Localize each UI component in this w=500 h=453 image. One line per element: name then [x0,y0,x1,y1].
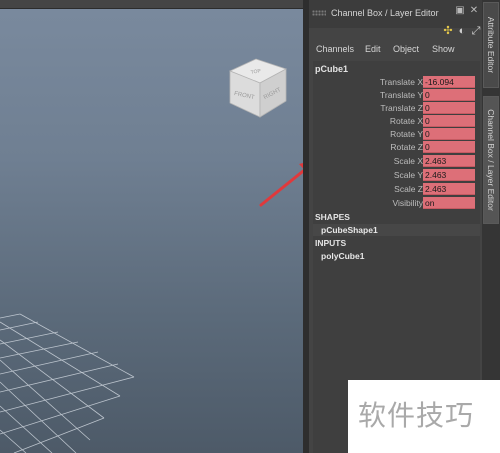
inputs-section-header[interactable]: INPUTS [315,238,346,248]
attr-label: Rotate Z [390,142,423,152]
attr-label: Scale Y [393,170,423,180]
viewport-panel[interactable]: TOP FRONT RIGHT [0,0,303,453]
attr-label: Translate Z [380,103,423,113]
attr-value-field[interactable]: 0 [423,102,475,114]
input-node-item[interactable]: polyCube1 [313,250,480,262]
attr-row-rotate-z[interactable]: Rotate Z 0 [313,141,480,153]
drag-grip-icon[interactable] [312,10,326,16]
attr-row-translate-x[interactable]: Translate X -16.094 [313,76,480,88]
shading-icon[interactable]: ◐ [456,25,468,37]
channel-box-menubar: Channels Edit Object Show [309,41,482,57]
attr-row-rotate-x[interactable]: Rotate X 0 [313,115,480,127]
attr-value-field[interactable]: 0 [423,128,475,140]
attr-label: Visibility [392,198,423,208]
close-icon[interactable]: ✕ [469,6,479,16]
attr-value-field[interactable]: 0 [423,89,475,101]
attr-value-field[interactable]: 2.463 [423,155,475,167]
ground-grid [0,313,135,453]
attr-row-translate-z[interactable]: Translate Z 0 [313,102,480,114]
panel-title: Channel Box / Layer Editor [331,8,439,18]
attr-row-scale-y[interactable]: Scale Y 2.463 [313,169,480,181]
object-name[interactable]: pCube1 [315,64,348,74]
attr-row-scale-x[interactable]: Scale X 2.463 [313,155,480,167]
attr-value-field[interactable]: 2.463 [423,183,475,195]
attr-value-field[interactable]: on [423,197,475,209]
float-icon[interactable]: ▣ [455,6,465,16]
attr-value-field[interactable]: 0 [423,141,475,153]
attr-label: Translate Y [380,90,423,100]
tab-label: Channel Box / Layer Editor [486,109,496,211]
attr-row-translate-y[interactable]: Translate Y 0 [313,89,480,101]
annotation-arrow [259,163,303,207]
manipulator-icon[interactable]: ✣ [442,25,454,37]
menu-show[interactable]: Show [432,44,455,54]
panel-title-bar: Channel Box / Layer Editor ▣ ✕ [309,0,482,28]
viewport-toolbar [0,0,303,9]
tab-label: Attribute Editor [486,16,496,74]
menu-object[interactable]: Object [393,44,419,54]
watermark: 软件技巧 [348,380,500,453]
tab-channel-box-layer-editor[interactable]: Channel Box / Layer Editor [483,96,499,224]
watermark-text: 软件技巧 [358,399,475,432]
attr-label: Rotate Y [390,129,423,139]
menu-edit[interactable]: Edit [365,44,381,54]
attr-row-visibility[interactable]: Visibility on [313,197,480,209]
attr-label: Scale X [393,156,423,166]
shapes-section-header[interactable]: SHAPES [315,212,350,222]
pin-icon[interactable]: ⤢ [470,25,482,37]
view-cube[interactable]: TOP FRONT RIGHT [226,55,290,119]
attr-label: Translate X [379,77,423,87]
attr-value-field[interactable]: 2.463 [423,169,475,181]
shape-node-item[interactable]: pCubeShape1 [313,224,480,236]
input-node-label: polyCube1 [321,251,365,261]
attr-label: Rotate X [389,116,423,126]
attr-row-rotate-y[interactable]: Rotate Y 0 [313,128,480,140]
attr-row-scale-z[interactable]: Scale Z 2.463 [313,183,480,195]
tab-attribute-editor[interactable]: Attribute Editor [483,2,499,88]
shape-node-label: pCubeShape1 [321,225,378,235]
attr-value-field[interactable]: -16.094 [423,76,475,88]
attr-value-field[interactable]: 0 [423,115,475,127]
attr-label: Scale Z [394,184,423,194]
menu-channels[interactable]: Channels [316,44,354,54]
